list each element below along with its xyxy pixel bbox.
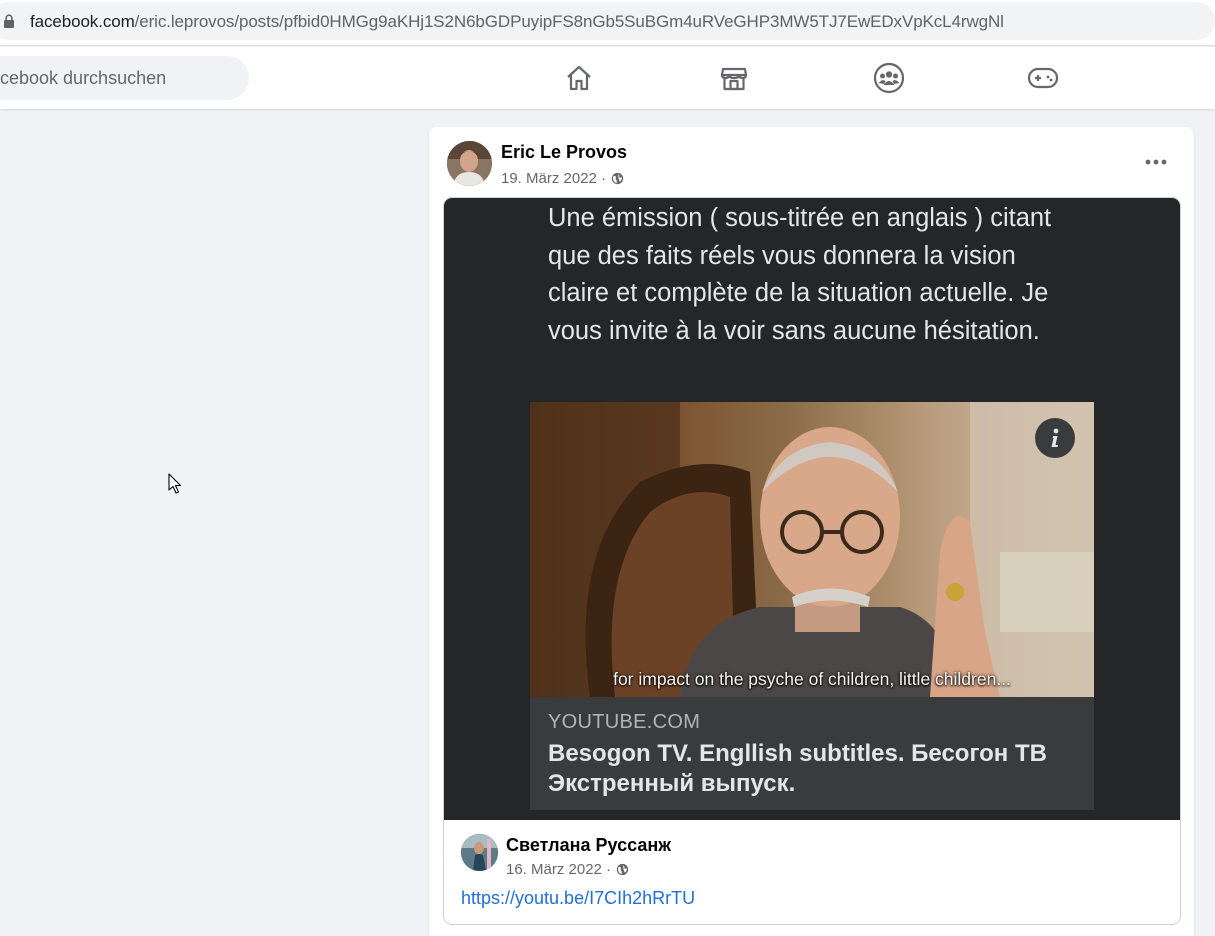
url-field[interactable]: facebook.com/eric.leprovos/posts/pfbid0H…: [0, 2, 1215, 40]
youtube-link[interactable]: https://youtu.be/I7CIh2hRrTU: [461, 888, 695, 909]
link-domain: YOUTUBE.COM: [548, 711, 701, 733]
marketplace-icon[interactable]: [718, 62, 750, 94]
url-text: facebook.com/eric.leprovos/posts/pfbid0H…: [30, 12, 1004, 32]
post-meta: 19. März 2022 ·: [501, 170, 624, 187]
more-options-icon[interactable]: [1143, 149, 1169, 175]
original-post-meta: 16. März 2022 ·: [506, 861, 629, 878]
author-avatar[interactable]: [447, 141, 492, 186]
shared-post-text: Une émission ( sous-titrée en anglais ) …: [548, 204, 1052, 345]
globe-icon: [611, 172, 624, 185]
search-box[interactable]: cebook durchsuchen: [0, 56, 249, 100]
post-author[interactable]: Eric Le Provos: [501, 142, 627, 163]
original-post: Светлана Руссанж 16. März 2022 · https:/…: [444, 820, 1180, 924]
browser-address-bar: facebook.com/eric.leprovos/posts/pfbid0H…: [0, 0, 1215, 46]
info-icon[interactable]: [1035, 418, 1075, 458]
original-author[interactable]: Светлана Руссанж: [506, 835, 671, 856]
link-title[interactable]: Besogon TV. Engllish subtitles. Бесогон …: [548, 739, 1078, 799]
link-meta[interactable]: YOUTUBE.COM Besogon TV. Engllish subtitl…: [530, 697, 1094, 810]
lock-icon: [4, 14, 14, 28]
home-icon[interactable]: [563, 62, 595, 94]
url-domain: facebook.com: [30, 12, 135, 31]
globe-icon: [616, 863, 629, 876]
post-card: Eric Le Provos 19. März 2022 · Une émiss…: [429, 127, 1194, 936]
original-author-avatar[interactable]: [461, 834, 498, 871]
facebook-header: cebook durchsuchen: [0, 47, 1215, 109]
shared-text-background: Une émission ( sous-titrée en anglais ) …: [444, 198, 1180, 820]
groups-icon[interactable]: [873, 62, 905, 94]
original-post-date[interactable]: 16. März 2022 ·: [506, 861, 611, 878]
mouse-cursor-icon: [168, 473, 182, 494]
video-subtitle: for impact on the psyche of children, li…: [613, 669, 1011, 689]
url-path: /eric.leprovos/posts/pfbid0HMGg9aKHj1S2N…: [134, 12, 1004, 31]
search-input[interactable]: cebook durchsuchen: [0, 68, 166, 89]
post-date[interactable]: 19. März 2022 ·: [501, 170, 606, 187]
link-preview[interactable]: for impact on the psyche of children, li…: [530, 402, 1094, 810]
shared-post: Une émission ( sous-titrée en anglais ) …: [443, 197, 1181, 925]
gaming-icon[interactable]: [1027, 62, 1059, 94]
video-thumbnail[interactable]: for impact on the psyche of children, li…: [530, 402, 1094, 697]
